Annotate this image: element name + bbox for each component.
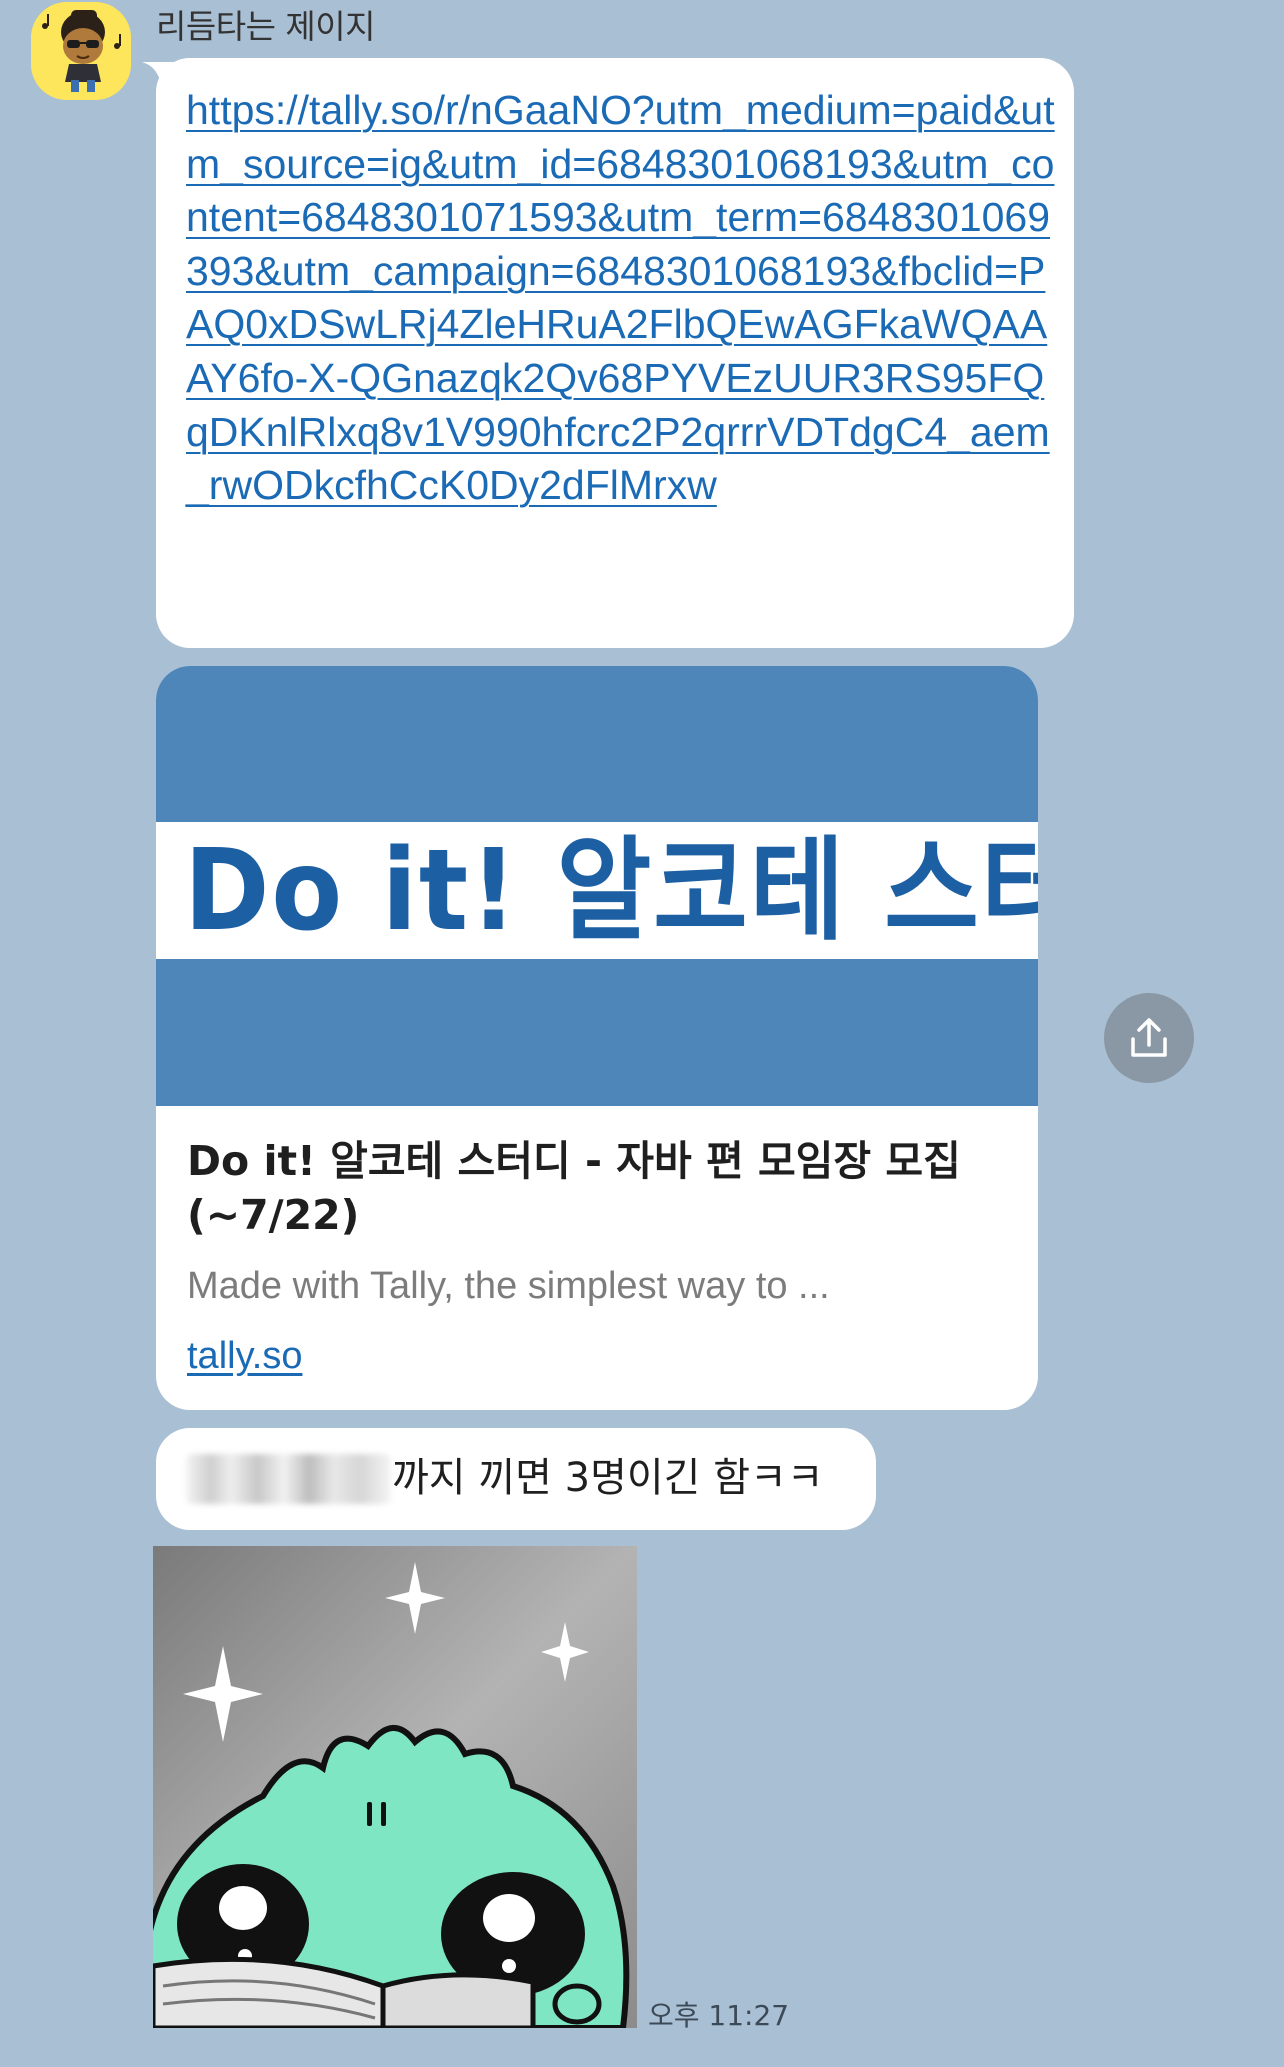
link-preview-image: Do it! 알코테 스터디 [156, 666, 1038, 1106]
banner-text: Do it! 알코테 스터디 [184, 826, 1038, 956]
link-preview-title: Do it! 알코테 스터디 - 자바 편 모임장 모집 (~7/22) [187, 1137, 961, 1239]
sender-name: 리듬타는 제이지 [156, 7, 376, 46]
link-preview-description: Made with Tally, the simplest way to ... [187, 1265, 830, 1307]
link-message-bubble[interactable]: https://tally.so/r/nGaaNO?utm_medium=pai… [142, 58, 1074, 648]
profile-avatar-icon [31, 2, 131, 100]
share-button[interactable] [1104, 993, 1194, 1083]
sticker-image[interactable] [153, 1546, 637, 2028]
link-preview-card[interactable]: Do it! 알코테 스터디 Do it! 알코테 스터디 - 자바 편 모임장… [156, 666, 1038, 1410]
share-upload-icon [1131, 1018, 1167, 1057]
text-message-bubble[interactable]: 까지 끼면 3명이긴 함ㅋㅋ [156, 1428, 876, 1530]
bubble-tail [142, 62, 176, 96]
message-timestamp: 오후 11:27 [648, 1999, 790, 2032]
message-text: 까지 끼면 3명이긴 함ㅋㅋ [392, 1455, 824, 1501]
message-link[interactable]: https://tally.so/r/nGaaNO?utm_medium=pai… [186, 84, 1056, 513]
profile-avatar[interactable] [31, 2, 131, 100]
redacted-text [186, 1454, 391, 1504]
reading-green-character-sticker [153, 1546, 637, 2028]
link-preview-domain[interactable]: tally.so [187, 1332, 302, 1380]
